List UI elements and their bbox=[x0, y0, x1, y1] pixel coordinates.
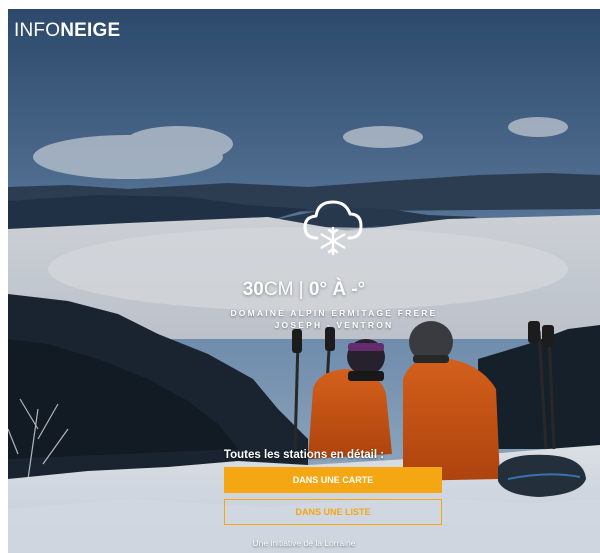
hero-frame: INFONEIGE 30CM | 0° À -° DOMAINE ALPIN E… bbox=[8, 9, 600, 553]
map-view-button[interactable]: DANS UNE CARTE bbox=[224, 467, 442, 493]
temperature-range: 0° À -° bbox=[308, 279, 366, 300]
brand-logo-light: INFO bbox=[14, 20, 61, 41]
brand-logo-bold: NEIGE bbox=[60, 20, 121, 41]
station-name-line-1: DOMAINE ALPIN ERMITAGE FRERE bbox=[230, 308, 438, 318]
list-view-button[interactable]: DANS UNE LISTE bbox=[224, 499, 442, 525]
snow-depth-unit: CM bbox=[263, 279, 294, 300]
snow-conditions: 30CM | 0° À -° bbox=[8, 279, 600, 301]
snow-cloud-icon bbox=[303, 200, 363, 256]
conditions-separator: | bbox=[293, 279, 309, 300]
snow-depth-value: 30 bbox=[242, 279, 264, 300]
stations-detail-label: Toutes les stations en détail : bbox=[223, 449, 385, 461]
brand-logo[interactable]: INFONEIGE bbox=[14, 20, 120, 42]
station-name[interactable]: DOMAINE ALPIN ERMITAGE FRERE JOSEPH - VE… bbox=[204, 307, 464, 331]
station-name-line-2: JOSEPH - VENTRON bbox=[274, 320, 394, 330]
initiative-note: Une initiative de la Lorraine bbox=[252, 538, 356, 548]
